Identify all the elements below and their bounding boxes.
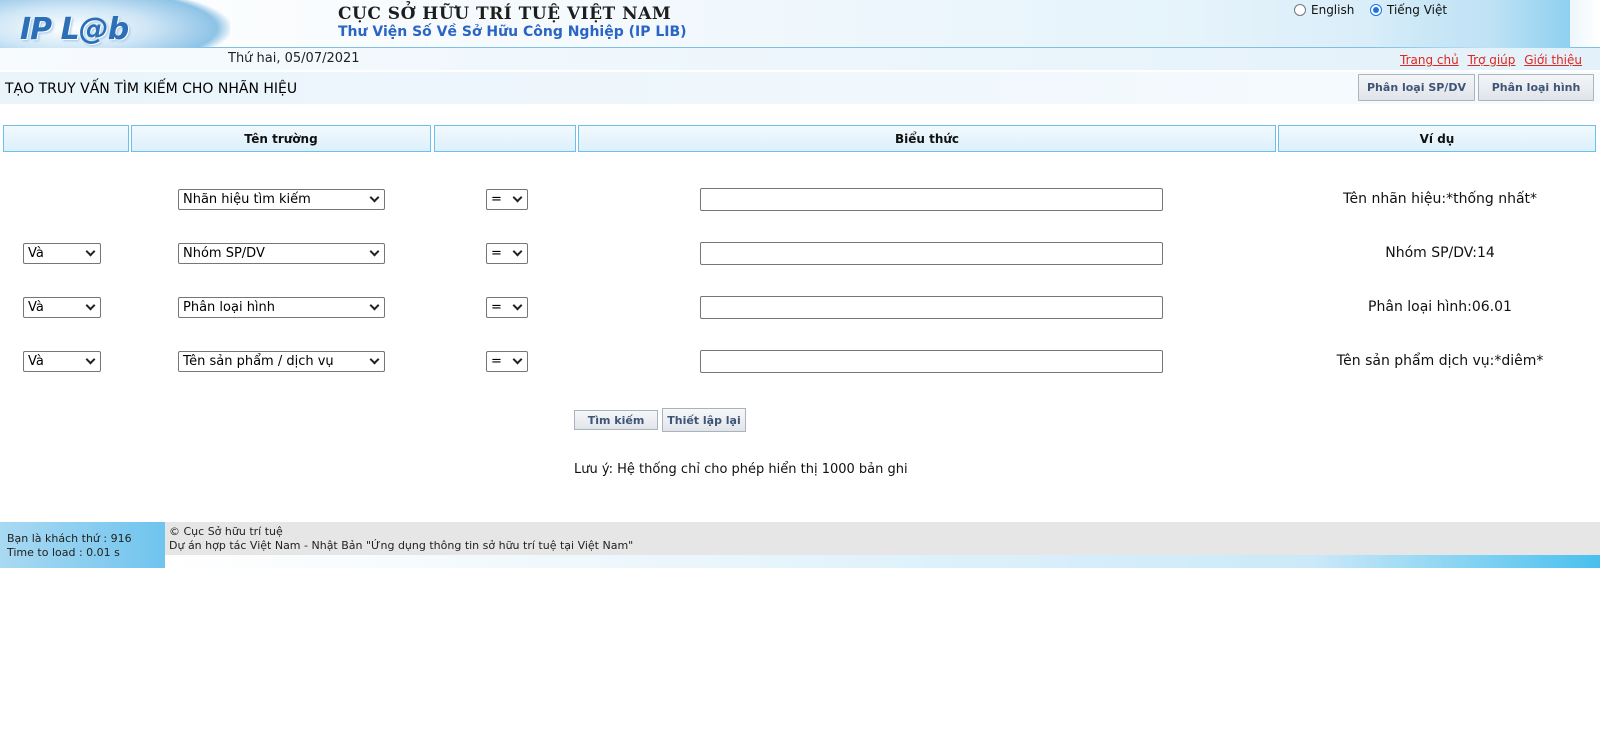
- expression-input[interactable]: [700, 242, 1163, 265]
- connector-select[interactable]: Và: [23, 351, 101, 372]
- footer-stripe: [165, 555, 1600, 568]
- link-help[interactable]: Trợ giúp: [1468, 53, 1516, 67]
- library-title: Thư Viện Số Về Sở Hữu Công Nghiệp (IP LI…: [338, 24, 687, 40]
- expression-input[interactable]: [700, 188, 1163, 211]
- operator-select[interactable]: =: [486, 297, 528, 318]
- field-select-value: Nhãn hiệu tìm kiếm: [183, 192, 311, 207]
- connector-select-value: Và: [28, 300, 44, 315]
- expression-input[interactable]: [700, 296, 1163, 319]
- radio-english[interactable]: [1294, 4, 1306, 16]
- operator-select[interactable]: =: [486, 351, 528, 372]
- link-about[interactable]: Giới thiệu: [1524, 53, 1582, 67]
- operator-select[interactable]: =: [486, 243, 528, 264]
- search-button[interactable]: Tìm kiếm: [574, 410, 658, 430]
- connector-select[interactable]: Và: [23, 297, 101, 318]
- expression-input[interactable]: [700, 350, 1163, 373]
- iplib-logo[interactable]: IP L@b: [20, 12, 129, 47]
- date-nav-bar: Thứ hai, 05/07/2021 Trang chủ Trợ giúp G…: [0, 48, 1600, 70]
- record-limit-note: Lưu ý: Hệ thống chỉ cho phép hiển thị 10…: [574, 462, 908, 477]
- chevron-down-icon: [85, 246, 96, 257]
- copyright-text: © Cục Sở hữu trí tuệ: [169, 525, 283, 538]
- column-header-operator: [434, 125, 576, 152]
- lang-english[interactable]: English: [1294, 1, 1354, 19]
- example-text: Tên nhãn hiệu:*thống nhất*: [1342, 191, 1538, 207]
- column-header-example: Ví dụ: [1278, 125, 1596, 152]
- field-select[interactable]: Nhóm SP/DV: [178, 243, 385, 264]
- current-date: Thứ hai, 05/07/2021: [228, 51, 360, 66]
- column-header-field: Tên trường: [131, 125, 431, 152]
- classify-figure-button[interactable]: Phân loại hình: [1478, 74, 1594, 101]
- lang-vietnamese[interactable]: Tiếng Việt: [1370, 1, 1447, 19]
- site-header: IP L@b CỤC SỞ HỮU TRÍ TUỆ VIỆT NAM Thư V…: [0, 0, 1600, 70]
- operator-select[interactable]: =: [486, 189, 528, 210]
- field-select-value: Tên sản phẩm / dịch vụ: [183, 354, 334, 369]
- footer-stats: Bạn là khách thứ : 916 Time to load : 0.…: [0, 522, 165, 568]
- project-text: Dự án hợp tác Việt Nam - Nhật Bản "Ứng d…: [169, 539, 634, 552]
- top-links: Trang chủ Trợ giúp Giới thiệu: [1395, 53, 1582, 67]
- org-title: CỤC SỞ HỮU TRÍ TUỆ VIỆT NAM: [338, 4, 672, 24]
- operator-select-value: =: [491, 192, 502, 207]
- load-time: Time to load : 0.01 s: [7, 546, 120, 559]
- connector-select[interactable]: Và: [23, 243, 101, 264]
- chevron-down-icon: [85, 300, 96, 311]
- page-title: TẠO TRUY VẤN TÌM KIẾM CHO NHÃN HIỆU: [5, 81, 298, 97]
- chevron-down-icon: [369, 192, 380, 203]
- chevron-down-icon: [512, 192, 523, 203]
- field-select[interactable]: Nhãn hiệu tìm kiếm: [178, 189, 385, 210]
- lang-english-label: English: [1311, 3, 1355, 17]
- operator-select-value: =: [491, 354, 502, 369]
- reset-button[interactable]: Thiết lập lại: [662, 408, 746, 432]
- link-home[interactable]: Trang chủ: [1400, 53, 1459, 67]
- field-select-value: Phân loại hình: [183, 300, 276, 315]
- chevron-down-icon: [512, 354, 523, 365]
- connector-select-value: Và: [28, 246, 44, 261]
- field-select[interactable]: Phân loại hình: [178, 297, 385, 318]
- classify-goods-button[interactable]: Phân loại SP/DV: [1358, 74, 1475, 101]
- chevron-down-icon: [369, 246, 380, 257]
- chevron-down-icon: [369, 300, 380, 311]
- lang-vietnamese-label: Tiếng Việt: [1387, 3, 1448, 17]
- operator-select-value: =: [491, 300, 502, 315]
- field-select-value: Nhóm SP/DV: [183, 246, 265, 261]
- column-header-expression: Biểu thức: [578, 125, 1276, 152]
- footer-info: © Cục Sở hữu trí tuệ Dự án hợp tác Việt …: [165, 522, 1600, 555]
- field-select[interactable]: Tên sản phẩm / dịch vụ: [178, 351, 385, 372]
- chevron-down-icon: [85, 354, 96, 365]
- operator-select-value: =: [491, 246, 502, 261]
- radio-vietnamese[interactable]: [1370, 4, 1382, 16]
- example-text: Tên sản phẩm dịch vụ:*diêm*: [1336, 353, 1544, 369]
- example-text: Nhóm SP/DV:14: [1385, 245, 1495, 261]
- chevron-down-icon: [512, 300, 523, 311]
- visitor-count: Bạn là khách thứ : 916: [7, 532, 132, 545]
- column-header-connector: [3, 125, 129, 152]
- chevron-down-icon: [512, 246, 523, 257]
- example-text: Phân loại hình:06.01: [1368, 299, 1512, 315]
- connector-select-value: Và: [28, 354, 44, 369]
- chevron-down-icon: [369, 354, 380, 365]
